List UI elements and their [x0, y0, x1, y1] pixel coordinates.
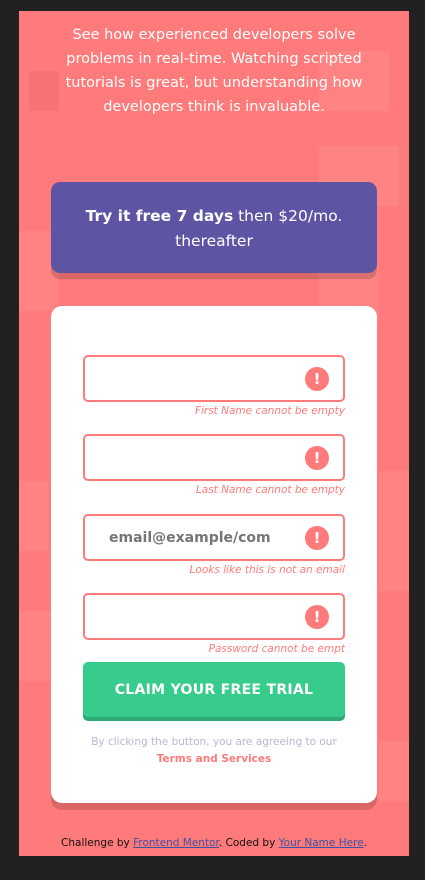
- password-input[interactable]: [85, 595, 285, 638]
- last-name-field[interactable]: !: [83, 434, 345, 481]
- attribution-coded-prefix: . Coded by: [218, 837, 279, 849]
- terms-notice: By clicking the button, you are agreeing…: [71, 734, 357, 768]
- email-field[interactable]: !: [83, 514, 345, 561]
- email-input[interactable]: [85, 516, 285, 559]
- intro-text: See how experienced developers solve pro…: [65, 27, 363, 115]
- first-name-error: First Name cannot be empty: [194, 405, 345, 417]
- error-icon: !: [305, 605, 329, 629]
- attribution-challenge-prefix: Challenge by: [61, 837, 134, 849]
- claim-trial-button[interactable]: CLAIM YOUR FREE TRIAL: [83, 662, 345, 717]
- last-name-error: Last Name cannot be empty: [195, 484, 345, 496]
- error-icon: !: [305, 367, 329, 391]
- frontend-mentor-link[interactable]: Frontend Mentor: [133, 837, 219, 849]
- signup-form: ! First Name cannot be empty ! Last Name…: [51, 306, 377, 803]
- last-name-input[interactable]: [85, 436, 285, 479]
- background-pattern: [379, 471, 409, 591]
- error-icon: !: [305, 526, 329, 550]
- author-link[interactable]: Your Name Here: [279, 837, 364, 849]
- error-icon: !: [305, 446, 329, 470]
- promo-banner: Try it free 7 days then $20/mo. thereaft…: [51, 182, 377, 273]
- background-pattern: [19, 611, 54, 681]
- password-error: Password cannot be empt: [208, 643, 345, 655]
- background-pattern: [379, 741, 409, 801]
- page-background: See how experienced developers solve pro…: [19, 11, 409, 856]
- promo-highlight: Try it free 7 days: [85, 207, 234, 225]
- attribution: Challenge by Frontend Mentor. Coded by Y…: [19, 837, 409, 849]
- first-name-input[interactable]: [85, 357, 285, 400]
- terms-prefix: By clicking the button, you are agreeing…: [91, 736, 337, 748]
- attribution-suffix: .: [363, 837, 367, 849]
- first-name-field[interactable]: !: [83, 355, 345, 402]
- email-error: Looks like this is not an email: [189, 564, 345, 576]
- terms-link[interactable]: Terms and Services: [157, 753, 272, 765]
- password-field[interactable]: !: [83, 593, 345, 640]
- background-pattern: [19, 481, 49, 551]
